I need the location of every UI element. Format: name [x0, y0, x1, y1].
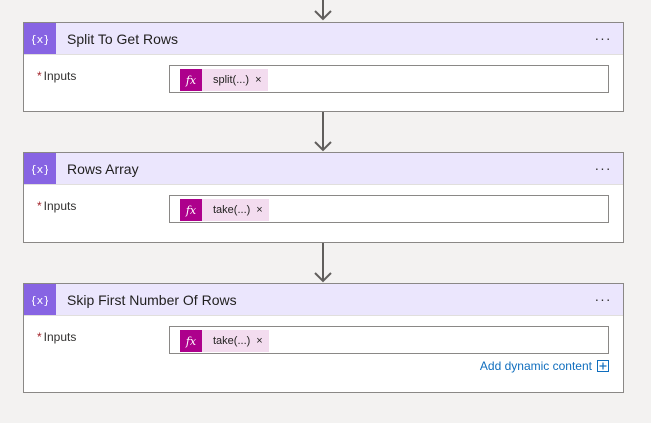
inputs-label: * Inputs: [37, 330, 76, 344]
ellipsis-icon: ···: [594, 160, 612, 176]
inputs-field[interactable]: fx take(...) ×: [169, 326, 609, 354]
inputs-label: * Inputs: [37, 69, 76, 83]
remove-token-icon[interactable]: ×: [256, 335, 268, 347]
inputs-label: * Inputs: [37, 199, 76, 213]
action-card-skip-first-number-of-rows: {x} Skip First Number Of Rows ··· *Input…: [23, 283, 624, 393]
inputs-label-text: Inputs: [43, 330, 77, 344]
inputs-field[interactable]: fx take(...) ×: [169, 195, 609, 223]
card-title: Split To Get Rows: [67, 30, 179, 47]
token-label: take(...): [213, 204, 251, 216]
ellipsis-icon: ···: [594, 30, 612, 46]
card-title: Skip First Number Of Rows: [67, 291, 237, 308]
function-fx-icon: fx: [180, 69, 202, 91]
card-header[interactable]: {x} Skip First Number Of Rows ···: [24, 284, 623, 316]
expression-token[interactable]: fx take(...) ×: [180, 199, 269, 221]
expression-token[interactable]: fx take(...) ×: [180, 330, 269, 352]
svg-text:{x}: {x}: [32, 163, 48, 176]
inputs-label-text: Inputs: [43, 69, 77, 83]
action-card-split-to-get-rows: {x} Split To Get Rows ··· *Inputs fx spl…: [23, 22, 624, 112]
ellipsis-icon: ···: [594, 291, 612, 307]
expression-token[interactable]: fx split(...) ×: [180, 69, 268, 91]
remove-token-icon[interactable]: ×: [255, 74, 267, 86]
inputs-field[interactable]: fx split(...) ×: [169, 65, 609, 93]
card-title: Rows Array: [67, 160, 139, 177]
variable-braces-icon: {x}: [24, 23, 56, 54]
flow-connector-arrow: [313, 243, 333, 283]
token-label: take(...): [213, 335, 251, 347]
more-options-button[interactable]: ···: [591, 159, 615, 177]
remove-token-icon[interactable]: ×: [256, 204, 268, 216]
add-plus-icon: [597, 360, 609, 372]
required-marker: *: [37, 69, 42, 83]
variable-braces-icon: {x}: [24, 284, 56, 315]
flow-connector-arrow: [313, 112, 333, 152]
function-fx-icon: fx: [180, 330, 202, 352]
inputs-label-text: Inputs: [43, 199, 77, 213]
add-dynamic-content-label: Add dynamic content: [479, 359, 592, 373]
function-fx-icon: fx: [180, 199, 202, 221]
required-marker: *: [37, 330, 42, 344]
card-header[interactable]: {x} Split To Get Rows ···: [24, 23, 623, 55]
required-marker: *: [37, 199, 42, 213]
token-label: split(...): [213, 74, 250, 86]
svg-text:{x}: {x}: [32, 294, 48, 307]
flow-connector-arrow: [313, 0, 333, 22]
more-options-button[interactable]: ···: [591, 29, 615, 47]
more-options-button[interactable]: ···: [591, 290, 615, 308]
variable-braces-icon: {x}: [24, 153, 56, 184]
add-dynamic-content-link[interactable]: Add dynamic content: [480, 359, 609, 373]
action-card-rows-array: {x} Rows Array ··· *Inputs fx take(...) …: [23, 152, 624, 243]
card-header[interactable]: {x} Rows Array ···: [24, 153, 623, 185]
svg-text:{x}: {x}: [32, 33, 48, 46]
